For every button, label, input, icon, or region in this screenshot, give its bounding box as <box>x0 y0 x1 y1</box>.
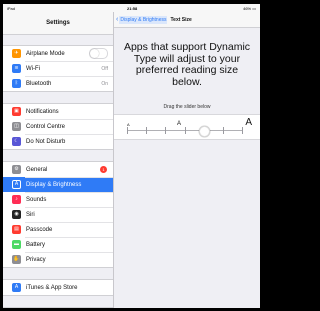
sidebar-item-label: Privacy <box>26 256 46 263</box>
sidebar-item-label: Notifications <box>26 108 59 115</box>
sidebar-item-notifications[interactable]: ▣ Notifications <box>3 104 113 119</box>
display-brightness-icon: A <box>12 180 21 189</box>
sidebar-item-wi-fi[interactable]: ≋ Wi-Fi Off <box>3 61 113 76</box>
slider-tick <box>222 127 224 134</box>
slider-tick <box>127 127 128 134</box>
sidebar-item-label: General <box>26 166 48 173</box>
sounds-icon: ♪ <box>12 195 21 204</box>
chevron-left-icon: ‹ <box>116 16 119 23</box>
slider-knob[interactable] <box>198 126 210 137</box>
sidebar-item-label: iTunes & App Store <box>26 284 78 291</box>
slider-instruction: Drag the slider below <box>163 104 211 110</box>
detail-navbar: ‹ Display & Brightness Text Size <box>114 12 260 28</box>
notification-badge: 1 <box>100 166 107 173</box>
bluetooth-icon: ᛒ <box>12 79 21 88</box>
gear-icon: ⚙ <box>12 165 21 174</box>
airplane-mode-toggle[interactable] <box>89 48 108 59</box>
slider-tick <box>146 127 148 134</box>
app-store-icon: A <box>12 283 21 292</box>
sidebar-item-passcode[interactable]: ▤ Passcode <box>3 222 113 237</box>
settings-group: ✈ Airplane Mode ≋ Wi-Fi Off ᛒ Bluetooth On <box>3 45 113 92</box>
sidebar-item-label: Display & Brightness <box>26 181 82 188</box>
medium-text-icon: A <box>177 121 182 127</box>
sidebar-item-do-not-disturb[interactable]: ☾ Do Not Disturb <box>3 134 113 149</box>
settings-sidebar: Settings ✈ Airplane Mode ≋ Wi-Fi Off ᛒ Bluetoo… <box>3 12 114 308</box>
passcode-icon: ▤ <box>12 225 21 234</box>
moon-icon: ☾ <box>12 137 21 146</box>
back-button[interactable]: ‹ Display & Brightness <box>116 15 168 24</box>
sidebar-item-display-brightness[interactable]: A Display & Brightness <box>3 177 113 192</box>
settings-list: ✈ Airplane Mode ≋ Wi-Fi Off ᛒ Bluetooth On ▣ Noti… <box>3 35 113 308</box>
wifi-icon: ≋ <box>12 64 21 73</box>
battery-status: 46% ▭ <box>243 6 256 11</box>
sidebar-item-battery[interactable]: ▬ Battery <box>3 237 113 252</box>
status-bar: iPad 21:58 46% ▭ <box>3 4 260 12</box>
sidebar-item-general[interactable]: ⚙ General 1 <box>3 162 113 177</box>
battery-icon: ▬ <box>12 240 21 249</box>
clock: 21:58 <box>127 6 138 11</box>
sidebar-item-value: On <box>101 80 108 87</box>
settings-group: ⚙ General 1 A Display & Brightness ♪ Sounds ◉ Si… <box>3 161 113 268</box>
sidebar-item-bluetooth[interactable]: ᛒ Bluetooth On <box>3 76 113 91</box>
sidebar-item-label: Bluetooth <box>26 80 52 87</box>
carrier-label: iPad <box>7 6 16 11</box>
settings-group: ✉Mail <box>3 307 113 308</box>
large-text-icon: A <box>245 117 252 128</box>
sidebar-item-value: Off <box>101 65 108 72</box>
notifications-icon: ▣ <box>12 107 21 116</box>
siri-icon: ◉ <box>12 210 21 219</box>
back-button-label: Display & Brightness <box>119 15 168 24</box>
detail-pane: ‹ Display & Brightness Text Size Apps th… <box>114 12 260 308</box>
slider-tick <box>184 127 186 134</box>
sidebar-item-control-centre[interactable]: ◫ Control Centre <box>3 119 113 134</box>
slider-tick <box>165 127 167 134</box>
sidebar-title: Settings <box>3 12 113 35</box>
airplane-icon: ✈ <box>12 49 21 58</box>
text-size-slider[interactable]: A A A <box>114 114 260 140</box>
sidebar-item-airplane-mode[interactable]: ✈ Airplane Mode <box>3 46 113 61</box>
settings-group: ▣ Notifications ◫ Control Centre ☾ Do Not Dis… <box>3 103 113 150</box>
sidebar-item-label: Control Centre <box>26 123 66 130</box>
hand-icon: ✋ <box>12 255 21 264</box>
sidebar-item-label: Sounds <box>26 196 47 203</box>
dynamic-type-description: Apps that support Dynamic Type will adju… <box>123 41 251 88</box>
sidebar-item-sounds[interactable]: ♪ Sounds <box>3 192 113 207</box>
sidebar-item-label: Siri <box>26 211 35 218</box>
slider-tick <box>242 127 243 134</box>
sidebar-item-siri[interactable]: ◉ Siri <box>3 207 113 222</box>
sidebar-item-label: Passcode <box>26 226 53 233</box>
control-centre-icon: ◫ <box>12 122 21 131</box>
settings-group: AiTunes & App Store <box>3 279 113 296</box>
sidebar-item-label: Wi-Fi <box>26 65 40 72</box>
sidebar-item-itunes-app-store[interactable]: AiTunes & App Store <box>3 280 113 295</box>
sidebar-item-label: Battery <box>26 241 46 248</box>
sidebar-item-privacy[interactable]: ✋ Privacy <box>3 252 113 267</box>
ipad-screen: iPad 21:58 46% ▭ Settings ✈ Airplane Mode… <box>3 4 260 308</box>
sidebar-item-label: Do Not Disturb <box>26 138 66 145</box>
sidebar-item-label: Airplane Mode <box>26 50 65 57</box>
page-title: Text Size <box>170 16 192 23</box>
